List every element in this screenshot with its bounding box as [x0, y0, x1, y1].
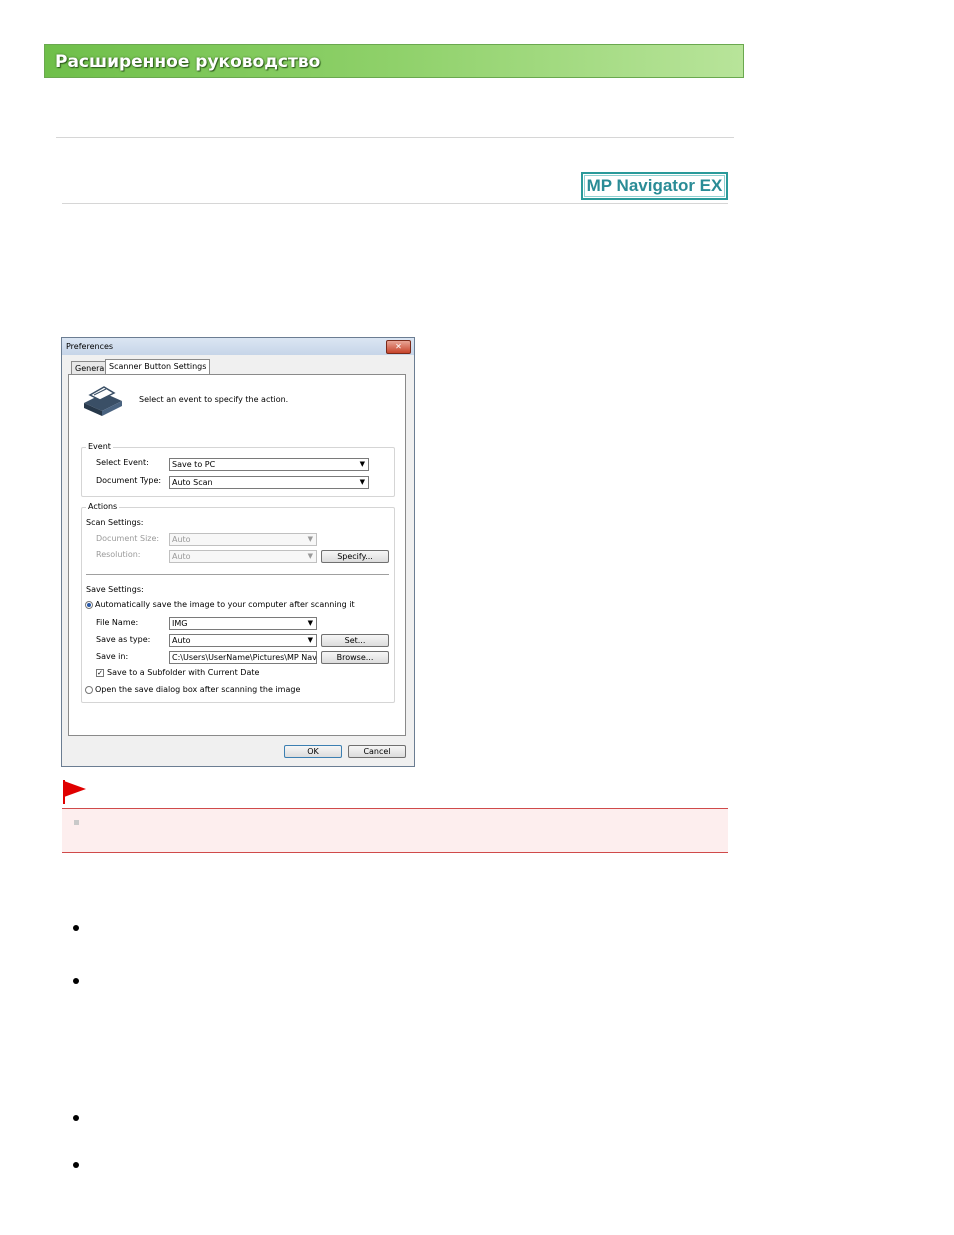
- event-group: Event Select Event: Save to PC ▼ Document…: [81, 442, 395, 497]
- subfolder-label: Save to a Subfolder with Current Date: [107, 668, 260, 677]
- select-event-dropdown[interactable]: Save to PC ▼: [169, 458, 369, 471]
- save-in-label: Save in:: [96, 652, 129, 661]
- instruction-text: Select an event to specify the action.: [139, 395, 289, 404]
- actions-group-title: Actions: [86, 502, 120, 511]
- ok-button[interactable]: OK: [284, 745, 342, 758]
- document-size-value: Auto: [172, 535, 191, 544]
- document-type-value: Auto Scan: [172, 478, 213, 487]
- flag-icon: [63, 780, 86, 804]
- save-as-type-label: Save as type:: [96, 635, 151, 644]
- bullet-icon: [73, 1115, 79, 1121]
- close-icon[interactable]: ✕: [386, 340, 411, 354]
- save-settings-label: Save Settings:: [86, 585, 144, 594]
- divider: [62, 203, 728, 204]
- cancel-button[interactable]: Cancel: [348, 745, 406, 758]
- actions-group: Actions Scan Settings: Document Size: Au…: [81, 502, 395, 703]
- tab-panel: Select an event to specify the action. E…: [68, 374, 406, 736]
- resolution-label: Resolution:: [96, 550, 141, 559]
- open-dialog-radio[interactable]: [85, 686, 93, 694]
- event-group-title: Event: [86, 442, 113, 451]
- dialog-title: Preferences: [66, 342, 114, 351]
- open-dialog-label: Open the save dialog box after scanning …: [95, 685, 301, 694]
- mp-navigator-badge: MP Navigator EX: [581, 172, 728, 200]
- file-name-combo[interactable]: IMG ▼: [169, 617, 317, 630]
- scanner-icon: [84, 386, 122, 416]
- note-bullet-icon: [74, 820, 79, 825]
- save-in-field[interactable]: C:\Users\UserName\Pictures\MP Navigatc: [169, 651, 317, 664]
- scan-settings-label: Scan Settings:: [86, 518, 144, 527]
- resolution-dropdown[interactable]: Auto ▼: [169, 550, 317, 563]
- save-as-type-dropdown[interactable]: Auto ▼: [169, 634, 317, 647]
- tab-scanner-button-settings[interactable]: Scanner Button Settings: [105, 359, 211, 375]
- auto-save-label: Automatically save the image to your com…: [95, 600, 355, 609]
- document-type-dropdown[interactable]: Auto Scan ▼: [169, 476, 369, 489]
- separator: [86, 574, 389, 575]
- dialog-titlebar: Preferences ✕: [62, 338, 414, 355]
- page-header-title: Расширенное руководство: [55, 52, 321, 72]
- bullet-icon: [73, 1162, 79, 1168]
- file-name-label: File Name:: [96, 618, 139, 627]
- chevron-down-icon: ▼: [359, 460, 365, 468]
- document-type-label: Document Type:: [96, 476, 162, 485]
- chevron-down-icon: ▼: [307, 552, 313, 560]
- subfolder-checkbox[interactable]: ✓: [96, 669, 104, 677]
- save-as-type-value: Auto: [172, 636, 191, 645]
- chevron-down-icon: ▼: [307, 535, 313, 543]
- preferences-dialog: Preferences ✕ General Scanner Button Set…: [61, 337, 415, 767]
- chevron-down-icon: ▼: [359, 478, 365, 486]
- auto-save-radio[interactable]: [85, 601, 93, 609]
- bullet-icon: [73, 925, 79, 931]
- important-note: [62, 808, 728, 853]
- select-event-value: Save to PC: [172, 460, 216, 469]
- divider: [56, 137, 734, 138]
- select-event-label: Select Event:: [96, 458, 149, 467]
- file-name-value: IMG: [172, 619, 188, 628]
- document-size-dropdown[interactable]: Auto ▼: [169, 533, 317, 546]
- resolution-value: Auto: [172, 552, 191, 561]
- set-button[interactable]: Set...: [321, 634, 389, 647]
- specify-button[interactable]: Specify...: [321, 550, 389, 563]
- badge-label: MP Navigator EX: [584, 175, 725, 197]
- browse-button[interactable]: Browse...: [321, 651, 389, 664]
- header-banner: Расширенное руководство: [44, 44, 744, 78]
- chevron-down-icon: ▼: [307, 619, 313, 627]
- document-size-label: Document Size:: [96, 534, 160, 543]
- bullet-icon: [73, 978, 79, 984]
- chevron-down-icon: ▼: [307, 636, 313, 644]
